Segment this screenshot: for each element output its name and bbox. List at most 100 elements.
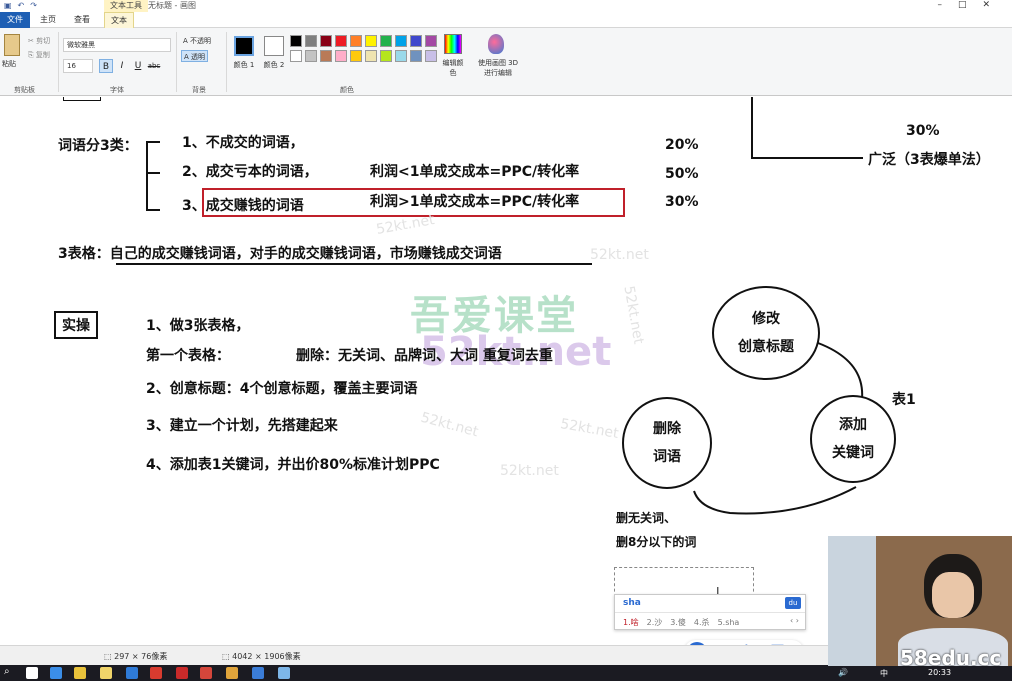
node-line: 词语 <box>653 449 681 465</box>
ime-candidate[interactable]: 5.sha <box>718 618 740 627</box>
app-icon[interactable] <box>150 667 162 679</box>
palette-swatch[interactable] <box>350 50 362 62</box>
paint3d-button[interactable]: 使用画图 3D 进行编辑 <box>474 58 522 78</box>
tab-text[interactable]: 文本 <box>104 12 134 28</box>
paste-button[interactable]: 粘贴 <box>2 59 16 69</box>
category-heading: 词语分3类： <box>58 138 138 154</box>
category-percent: 50% <box>665 166 699 182</box>
edit-colors-icon[interactable] <box>444 34 462 54</box>
color2-swatch[interactable] <box>264 36 284 56</box>
folder-icon[interactable] <box>100 667 112 679</box>
font-family-select[interactable]: 微软雅黑 <box>63 38 171 52</box>
search-icon[interactable]: ⌕ <box>4 666 10 677</box>
font-group-label: 字体 <box>110 86 124 94</box>
italic-button[interactable]: I <box>115 59 129 73</box>
palette-swatch[interactable] <box>380 35 392 47</box>
palette-swatch[interactable] <box>290 35 302 47</box>
palette-swatch[interactable] <box>320 50 332 62</box>
palette-swatch[interactable] <box>365 35 377 47</box>
palette-swatch[interactable] <box>425 50 437 62</box>
top-right-percent: 30% <box>906 123 940 139</box>
color2-label: 颜色 2 <box>263 61 285 69</box>
app-icon[interactable] <box>226 667 238 679</box>
edge-icon[interactable] <box>50 667 62 679</box>
cycle-node-add: 添加 关键词 <box>810 395 896 483</box>
brace-tick <box>146 141 160 143</box>
palette-swatch[interactable] <box>425 35 437 47</box>
ime-candidate[interactable]: 4.杀 <box>694 618 710 627</box>
palette-swatch[interactable] <box>380 50 392 62</box>
table1-label: 表1 <box>892 392 916 408</box>
tab-view[interactable]: 查看 <box>68 12 96 28</box>
ime-candidate-window[interactable]: sha du 1.啥 2.沙 3.傻 4.杀 5.sha ‹ › <box>614 594 806 630</box>
step-item: 2、创意标题：4个创意标题，覆盖主要词语 <box>146 381 418 397</box>
canvas-size: ⬚ 4042 × 1906像素 <box>222 652 301 661</box>
watermark: 52kt.net <box>500 463 559 479</box>
paste-icon[interactable] <box>4 34 20 56</box>
strikethrough-button[interactable]: abc <box>147 59 161 73</box>
background-group-label: 背景 <box>192 86 206 94</box>
watermark: 52kt.net <box>418 409 480 441</box>
bracket-line <box>751 97 753 159</box>
step-item: 4、添加表1关键词，并出价80%标准计划PPC <box>146 457 440 473</box>
font-size-select[interactable]: 16 <box>63 59 93 73</box>
separator <box>226 32 227 92</box>
palette-swatch[interactable] <box>395 35 407 47</box>
window-controls[interactable]: –□✕ <box>937 0 1006 10</box>
tray-lang[interactable]: 中 <box>880 668 888 679</box>
step-item: 1、做3张表格， <box>146 318 250 334</box>
underline-button[interactable]: U <box>131 59 145 73</box>
palette-swatch[interactable] <box>305 50 317 62</box>
palette-swatch[interactable] <box>395 50 407 62</box>
app-icon[interactable] <box>126 667 138 679</box>
ime-page-arrows[interactable]: ‹ › <box>790 616 799 625</box>
palette-swatch[interactable] <box>350 35 362 47</box>
paint3d-icon[interactable] <box>488 34 504 54</box>
brace-tick <box>146 209 160 211</box>
palette-swatch[interactable] <box>335 35 347 47</box>
brace-line <box>146 141 148 211</box>
tab-home[interactable]: 主页 <box>34 12 62 28</box>
tables-line: 3表格：自己的成交赚钱词语，对手的成交赚钱词语，市场赚钱成交词语 <box>58 246 502 262</box>
text-edit-box[interactable] <box>614 567 754 597</box>
app-icon[interactable] <box>252 667 264 679</box>
ime-candidates[interactable]: 1.啥 2.沙 3.傻 4.杀 5.sha <box>623 617 747 628</box>
color1-swatch[interactable] <box>234 36 254 56</box>
clipboard-group-label: 剪贴板 <box>14 86 35 94</box>
quick-access-toolbar[interactable]: ▣↶↷ <box>4 1 64 11</box>
tray-icons[interactable]: 🔊 <box>838 668 848 677</box>
task-view-icon[interactable] <box>26 667 38 679</box>
palette-swatch[interactable] <box>365 50 377 62</box>
palette-swatch[interactable] <box>305 35 317 47</box>
palette-swatch[interactable] <box>290 50 302 62</box>
palette-swatch[interactable] <box>320 35 332 47</box>
category-item: 2、成交亏本的词语， <box>182 164 318 180</box>
window-title: 无标题 - 画图 <box>148 1 196 10</box>
edit-colors-button[interactable]: 编辑颜色 <box>440 58 466 78</box>
wps-icon[interactable] <box>200 667 212 679</box>
bold-button[interactable]: B <box>99 59 113 73</box>
palette-swatch[interactable] <box>335 50 347 62</box>
tab-file[interactable]: 文件 <box>0 12 30 28</box>
connector-right-left <box>693 486 857 515</box>
opaque-option[interactable]: A 不透明 <box>181 35 213 47</box>
divider <box>615 612 805 613</box>
brace-tick <box>146 172 160 174</box>
practice-label: 实操 <box>54 311 98 339</box>
chrome-icon[interactable] <box>74 667 86 679</box>
person-face <box>932 572 974 618</box>
ime-candidate[interactable]: 1.啥 <box>623 618 639 627</box>
cycle-note: 删8分以下的词 <box>616 535 697 549</box>
app-icon[interactable] <box>176 667 188 679</box>
ime-candidate[interactable]: 3.傻 <box>670 618 686 627</box>
paint-icon[interactable] <box>278 667 290 679</box>
cut-button[interactable]: ✂ 剪切 <box>28 36 50 46</box>
category-item: 1、不成交的词语， <box>182 135 304 151</box>
copy-button[interactable]: ⎘ 复制 <box>28 50 50 60</box>
palette-swatch[interactable] <box>410 50 422 62</box>
transparent-option[interactable]: A 透明 <box>181 50 209 62</box>
category-percent: 20% <box>665 137 699 153</box>
ime-candidate[interactable]: 2.沙 <box>647 618 663 627</box>
node-line: 修改 <box>752 311 780 327</box>
palette-swatch[interactable] <box>410 35 422 47</box>
